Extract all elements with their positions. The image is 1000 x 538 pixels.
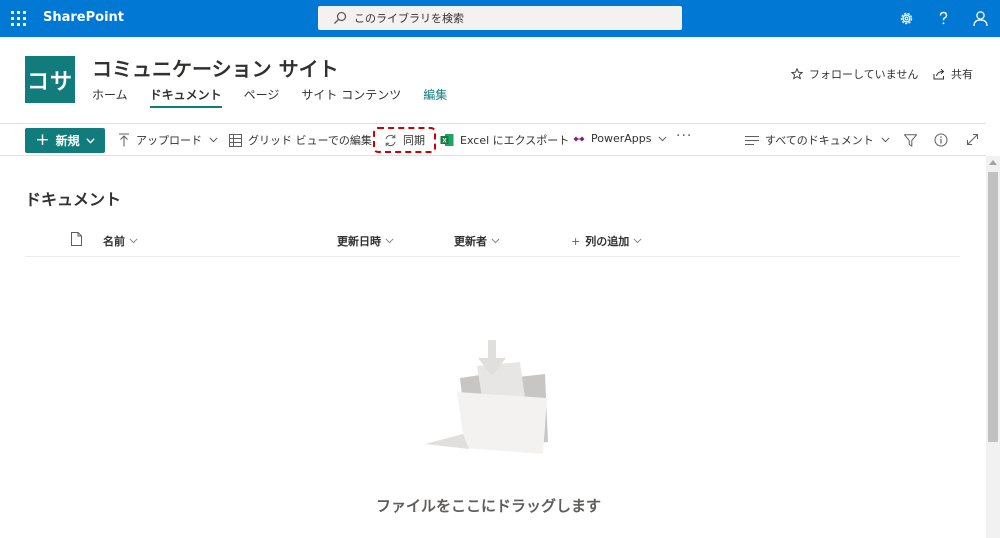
powerapps-button[interactable]: PowerApps: [573, 132, 673, 145]
app-brand[interactable]: SharePoint: [43, 10, 124, 25]
plus-icon: +: [35, 130, 50, 150]
grid-view-edit-label: グリッド ビューでの編集: [248, 134, 372, 147]
site-title[interactable]: コミュニケーション サイト: [92, 53, 339, 82]
chevron-down-icon: [209, 137, 218, 143]
grid-icon: [229, 133, 242, 147]
sync-button[interactable]: 同期: [384, 132, 425, 148]
waffle-icon[interactable]: [11, 11, 26, 26]
export-excel-button[interactable]: X Excel にエクスポート: [440, 132, 569, 148]
upload-label: アップロード: [136, 134, 202, 147]
more-commands-button[interactable]: ···: [676, 128, 692, 144]
chevron-down-icon: [85, 137, 95, 144]
powerapps-label: PowerApps: [591, 132, 652, 145]
powerapps-icon: [573, 136, 585, 141]
search-box[interactable]: [318, 6, 682, 30]
view-switcher[interactable]: すべてのドキュメント: [745, 132, 896, 148]
nav-edit-link[interactable]: 編集: [423, 86, 447, 108]
upload-button[interactable]: アップロード: [118, 132, 224, 148]
column-header-modified-by[interactable]: 更新者: [454, 233, 500, 249]
nav-item-site-contents[interactable]: サイト コンテンツ: [301, 86, 401, 108]
star-icon: [791, 68, 803, 80]
search-input[interactable]: [354, 9, 674, 27]
sync-label: 同期: [403, 134, 425, 147]
share-button[interactable]: 共有: [933, 66, 973, 82]
expand-icon[interactable]: [966, 133, 979, 146]
command-bar: + 新規 アップロード グリッド ビューでの編集 同期 X Excel にエクス…: [0, 123, 986, 156]
empty-state-message: ファイルをここにドラッグします: [376, 497, 602, 515]
chevron-down-icon: [633, 238, 642, 244]
new-button[interactable]: + 新規: [25, 128, 105, 153]
file-icon[interactable]: [71, 232, 82, 246]
column-header-label: 更新者: [454, 235, 487, 248]
scrollbar-thumb[interactable]: [988, 172, 998, 442]
column-header-label: 更新日時: [337, 235, 381, 248]
scroll-up-icon[interactable]: [989, 160, 997, 165]
settings-icon[interactable]: [898, 10, 915, 27]
search-icon: [334, 11, 347, 24]
plus-icon: +: [571, 234, 581, 248]
share-label: 共有: [951, 68, 973, 81]
export-excel-label: Excel にエクスポート: [460, 134, 570, 147]
view-label: すべてのドキュメント: [765, 134, 874, 147]
add-column-button[interactable]: + 列の追加: [571, 233, 642, 249]
chevron-down-icon: [881, 137, 890, 143]
column-header-name[interactable]: 名前: [103, 233, 138, 249]
site-logo[interactable]: コサ: [25, 56, 75, 103]
person-icon[interactable]: [972, 10, 989, 27]
follow-button[interactable]: フォローしていません: [791, 66, 918, 82]
library-title: ドキュメント: [25, 190, 122, 209]
chevron-down-icon: [658, 135, 668, 141]
empty-folder-icon: [425, 340, 548, 454]
svg-text:X: X: [442, 138, 447, 145]
column-header-label: 列の追加: [585, 235, 630, 248]
page-scrollbar[interactable]: [986, 156, 1000, 538]
info-icon[interactable]: [934, 133, 948, 147]
excel-icon: X: [440, 134, 454, 146]
new-label: 新規: [55, 134, 80, 148]
grid-view-edit-button[interactable]: グリッド ビューでの編集: [229, 132, 372, 148]
help-icon[interactable]: [935, 10, 952, 27]
site-navigation: ホーム ドキュメント ページ サイト コンテンツ 編集: [92, 86, 469, 108]
chevron-down-icon: [491, 238, 500, 244]
column-header-modified[interactable]: 更新日時: [337, 233, 394, 249]
chevron-down-icon: [385, 238, 394, 244]
share-icon: [933, 68, 945, 80]
suite-bar: SharePoint: [0, 0, 1000, 37]
chevron-down-icon: [129, 238, 138, 244]
header-divider: [25, 256, 960, 257]
view-lines-icon: [745, 135, 759, 145]
nav-item-documents[interactable]: ドキュメント: [149, 86, 222, 108]
upload-icon: [119, 133, 129, 147]
nav-item-pages[interactable]: ページ: [244, 86, 280, 108]
sync-icon: [385, 134, 396, 146]
follow-label: フォローしていません: [809, 68, 919, 81]
nav-item-home[interactable]: ホーム: [92, 86, 128, 108]
filter-icon[interactable]: [904, 134, 917, 147]
column-header-label: 名前: [103, 235, 125, 248]
